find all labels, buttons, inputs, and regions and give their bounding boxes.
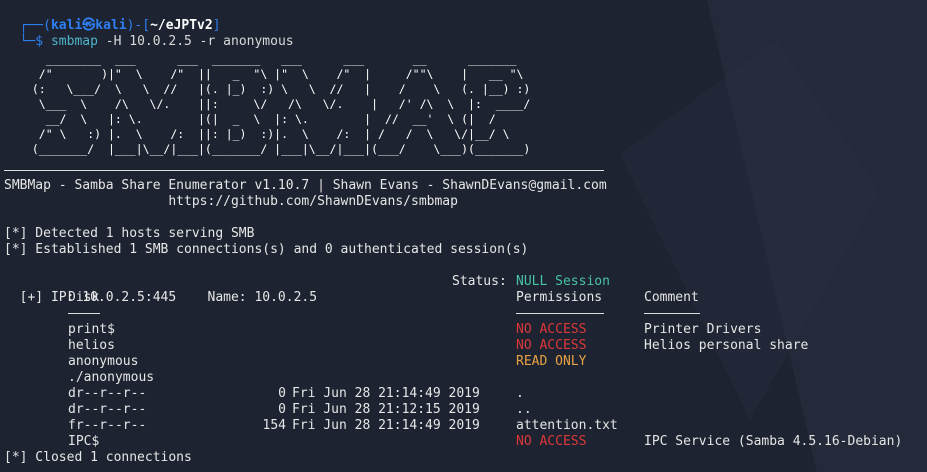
header-underline xyxy=(516,313,604,314)
smbmap-ascii-banner: ________ ___ ___ _______ ___ ___ __ ____… xyxy=(31,52,531,156)
entry-mode: dr--r--r-- xyxy=(68,386,147,401)
entry-name: attention.txt xyxy=(516,418,618,433)
host-info: [+] IP: 10.0.2.5:445 Name: 10.0.2.5 xyxy=(19,290,318,305)
entry-size: 0 xyxy=(278,402,286,417)
listing-dir: ./anonymous xyxy=(68,370,155,385)
status-line: [*] Detected 1 hosts serving SMB xyxy=(4,226,255,241)
share-name: helios xyxy=(68,338,115,353)
share-permission: NO ACCESS xyxy=(516,322,587,337)
banner-divider xyxy=(4,170,604,171)
entry-size: 0 xyxy=(278,386,286,401)
share-permission: NO ACCESS xyxy=(516,338,587,353)
header-permissions: Permissions xyxy=(516,290,603,305)
info-line-1: SMBMap - Samba Share Enumerator v1.10.7 … xyxy=(4,178,607,193)
header-disk: Disk xyxy=(68,290,100,305)
share-comment: Helios personal share xyxy=(644,338,809,353)
share-permission: NO ACCESS xyxy=(516,434,587,449)
status-value: NULL Session xyxy=(516,274,610,289)
entry-date: Fri Jun 28 21:12:15 2019 xyxy=(292,402,480,417)
share-name: IPC$ xyxy=(68,434,100,449)
prompt-line: ┌──(kali㉿kali)-[~/eJPTv2] xyxy=(4,2,221,33)
host-line: [+] IP: 10.0.2.5:445 Name: 10.0.2.5 xyxy=(4,274,317,305)
closed-line: [*] Closed 1 connections xyxy=(4,450,192,465)
share-name: anonymous xyxy=(68,354,139,369)
status-line: [*] Established 1 SMB connections(s) and… xyxy=(4,242,529,257)
share-name: print$ xyxy=(68,322,115,337)
prompt-arrow: └─$ xyxy=(19,34,44,49)
header-comment: Comment xyxy=(644,290,699,305)
command-args: -H 10.0.2.5 -r anonymous xyxy=(97,34,294,49)
status-label: Status: xyxy=(452,274,515,289)
entry-name: . xyxy=(516,386,524,401)
command-name: smbmap xyxy=(50,34,98,49)
entry-date: Fri Jun 28 21:14:49 2019 xyxy=(292,386,480,401)
info-line-2: https://github.com/ShawnDEvans/smbmap xyxy=(4,194,458,209)
command-line[interactable]: └─$ smbmap -H 10.0.2.5 -r anonymous xyxy=(4,18,294,49)
entry-mode: dr--r--r-- xyxy=(68,402,147,417)
share-comment: Printer Drivers xyxy=(644,322,762,337)
entry-date: Fri Jun 28 21:14:49 2019 xyxy=(292,418,480,433)
header-underline xyxy=(644,313,700,314)
share-comment: IPC Service (Samba 4.5.16-Debian) xyxy=(644,434,903,449)
entry-size: 154 xyxy=(262,418,286,433)
share-permission: READ ONLY xyxy=(516,354,587,369)
header-underline xyxy=(68,313,100,314)
entry-mode: fr--r--r-- xyxy=(68,418,147,433)
entry-name: .. xyxy=(516,402,532,417)
